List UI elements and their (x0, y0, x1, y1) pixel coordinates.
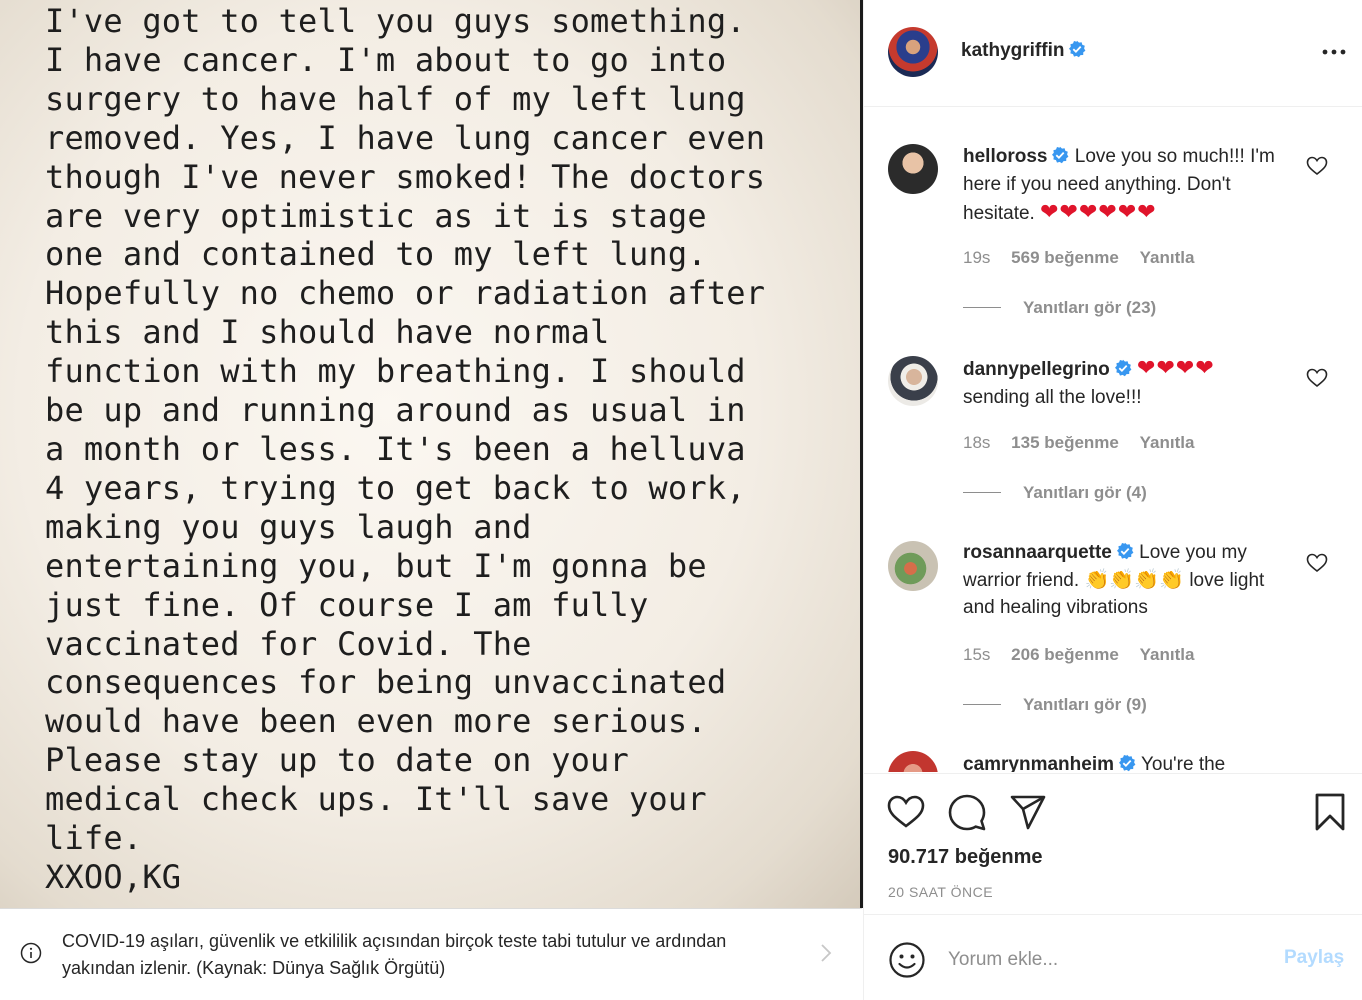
comment-body: You're the (1140, 754, 1226, 772)
clap-emojis: 👏👏👏👏 (1084, 568, 1185, 591)
post-image: I've got to tell you guys something. I h… (0, 0, 862, 908)
comment-likes[interactable]: 135 beğenme (1011, 433, 1119, 452)
reply-button[interactable]: Yanıtla (1140, 433, 1195, 452)
comment-text: rosannaarquette Love you my warrior frie… (963, 539, 1283, 622)
reply-button[interactable]: Yanıtla (1140, 248, 1195, 267)
comment-text: helloross Love you so much!!! I'm here i… (963, 143, 1283, 228)
comment-meta: 18s 135 beğenme Yanıtla (963, 433, 1210, 453)
heart-emojis: ❤❤❤❤❤❤ (1040, 199, 1157, 224)
comment-time: 19s (963, 248, 991, 267)
comments-list[interactable]: helloross Love you so much!!! I'm here i… (864, 108, 1362, 772)
post-comment-button[interactable]: Paylaş (1284, 947, 1344, 969)
commenter-avatar[interactable] (888, 144, 938, 194)
save-bookmark-icon[interactable] (1310, 792, 1350, 832)
view-replies-line (963, 492, 1001, 493)
commenter-avatar[interactable] (888, 751, 938, 772)
view-replies-line (963, 307, 1001, 308)
comment-like-heart-icon[interactable] (1306, 553, 1328, 573)
owner-avatar[interactable] (888, 27, 938, 77)
comment-text: camrynmanheim You're the (963, 751, 1283, 772)
add-comment-bar: Paylaş (864, 914, 1362, 1000)
reply-button[interactable]: Yanıtla (1140, 645, 1195, 664)
comment-time: 15s (963, 645, 991, 664)
verified-badge-icon (1069, 40, 1086, 58)
comment-meta: 15s 206 beğenme Yanıtla (963, 645, 1210, 665)
view-replies-label: Yanıtları gör (23) (1023, 298, 1157, 317)
more-options-icon[interactable] (1319, 42, 1349, 62)
chevron-right-icon[interactable] (818, 942, 834, 964)
comment-bubble-icon[interactable] (947, 792, 987, 832)
comment-text: dannypellegrino ❤❤❤❤ sending all the lov… (963, 354, 1283, 411)
comment-time: 18s (963, 433, 991, 452)
comment-meta: 19s 569 beğenme Yanıtla (963, 248, 1210, 268)
emoji-smiley-icon[interactable] (888, 941, 926, 979)
comment-likes[interactable]: 206 beğenme (1011, 645, 1119, 664)
info-icon (20, 942, 42, 964)
comment-like-heart-icon[interactable] (1306, 368, 1328, 388)
commenter-avatar[interactable] (888, 541, 938, 591)
covid-info-text: COVID-19 aşıları, güvenlik ve etkililik … (62, 931, 727, 978)
post-image-text: I've got to tell you guys something. I h… (45, 2, 766, 896)
owner-username-row[interactable]: kathygriffin (961, 40, 1086, 62)
verified-badge-icon (1114, 359, 1132, 377)
post-likes-count[interactable]: 90.717 beğenme (888, 846, 1043, 869)
view-replies-button[interactable]: Yanıtları gör (23) (963, 298, 1156, 318)
heart-emojis: ❤❤❤❤ (1137, 355, 1215, 380)
commenter-username[interactable]: helloross (963, 146, 1047, 167)
verified-badge-icon (1116, 542, 1134, 560)
view-replies-button[interactable]: Yanıtları gör (4) (963, 483, 1147, 503)
view-replies-line (963, 704, 1001, 705)
view-replies-label: Yanıtları gör (4) (1023, 483, 1147, 502)
post-side-panel: kathygriffin helloross Love you so much!… (863, 0, 1362, 1000)
post-actions: 90.717 beğenme 20 SAAT ÖNCE (864, 773, 1362, 913)
verified-badge-icon (1052, 146, 1069, 164)
verified-badge-icon (1119, 754, 1136, 772)
commenter-username[interactable]: rosannaarquette (963, 542, 1112, 563)
comment-body: sending all the love!!! (963, 386, 1142, 408)
comment-like-heart-icon[interactable] (1306, 156, 1328, 176)
post-timestamp[interactable]: 20 SAAT ÖNCE (888, 884, 993, 900)
post-header: kathygriffin (864, 0, 1362, 107)
like-heart-icon[interactable] (886, 792, 926, 832)
commenter-username[interactable]: camrynmanheim (963, 754, 1114, 772)
comment-input[interactable] (948, 945, 1268, 975)
comment-likes[interactable]: 569 beğenme (1011, 248, 1119, 267)
owner-username[interactable]: kathygriffin (961, 40, 1064, 61)
view-replies-label: Yanıtları gör (9) (1023, 695, 1147, 714)
share-send-icon[interactable] (1008, 792, 1048, 832)
commenter-avatar[interactable] (888, 356, 938, 406)
commenter-username[interactable]: dannypellegrino (963, 359, 1110, 380)
view-replies-button[interactable]: Yanıtları gör (9) (963, 695, 1147, 715)
